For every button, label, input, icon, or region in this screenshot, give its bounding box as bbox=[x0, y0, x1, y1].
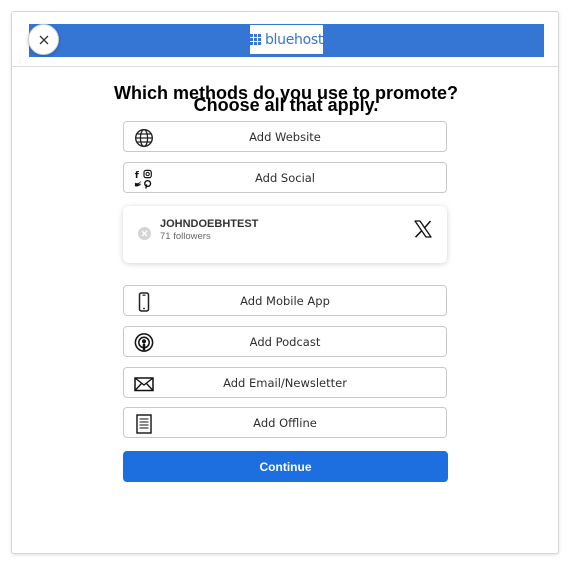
add-mobile-app-button[interactable]: Add Mobile App bbox=[123, 285, 447, 316]
add-mobile-app-label: Add Mobile App bbox=[240, 293, 330, 308]
add-podcast-label: Add Podcast bbox=[249, 334, 321, 349]
add-email-newsletter-button[interactable]: Add Email/Newsletter bbox=[123, 367, 447, 398]
add-website-label: Add Website bbox=[249, 129, 321, 144]
header-divider bbox=[12, 66, 558, 67]
continue-button[interactable]: Continue bbox=[123, 451, 448, 482]
bluehost-logo: bluehost bbox=[249, 25, 324, 54]
add-email-newsletter-label: Add Email/Newsletter bbox=[223, 375, 347, 390]
x-logo-icon bbox=[414, 220, 432, 238]
logo-text: bluehost bbox=[264, 31, 324, 48]
add-social-button[interactable]: f Add Social bbox=[123, 162, 447, 193]
add-podcast-button[interactable]: Add Podcast bbox=[123, 326, 447, 357]
social-account-card: JOHNDOEBHTEST 71 followers bbox=[123, 206, 447, 263]
remove-account-button[interactable] bbox=[138, 227, 151, 240]
close-button[interactable] bbox=[28, 24, 59, 55]
add-offline-label: Add Offline bbox=[253, 415, 317, 430]
add-website-button[interactable]: Add Website bbox=[123, 121, 447, 152]
close-icon bbox=[141, 230, 148, 237]
modal-card: bluehost Which methods do you use to pro… bbox=[11, 11, 559, 554]
close-icon bbox=[39, 35, 48, 44]
page-title: Which methods do you use to promote? Cho… bbox=[114, 83, 458, 115]
add-social-label: Add Social bbox=[254, 170, 315, 185]
follower-count: 71 followers bbox=[160, 231, 211, 242]
social-handle: JOHNDOEBHTEST bbox=[160, 218, 259, 230]
logo-grid-icon bbox=[249, 34, 261, 45]
add-offline-button[interactable]: Add Offline bbox=[123, 407, 447, 438]
